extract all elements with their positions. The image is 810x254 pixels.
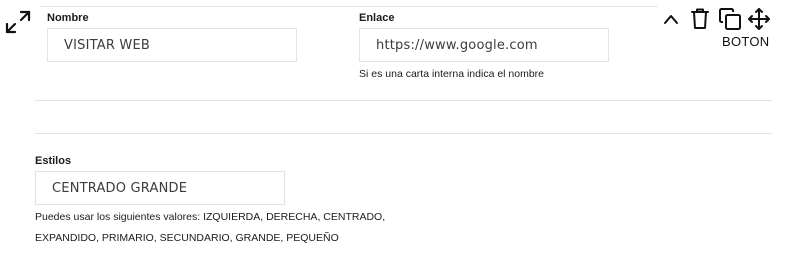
nombre-label: Nombre (47, 12, 89, 24)
enlace-label: Enlace (359, 12, 395, 24)
button-block-editor: Nombre Enlace Si es una carta interna in… (0, 0, 810, 254)
enlace-input[interactable] (359, 28, 609, 62)
nombre-input[interactable] (47, 28, 297, 62)
estilos-help-text-line-1: Puedes usar los siguientes valores: IZQU… (35, 211, 386, 223)
duplicate-icon[interactable] (718, 7, 742, 31)
top-divider (40, 6, 658, 7)
section-divider (35, 133, 772, 134)
chevron-up-icon[interactable] (663, 12, 679, 26)
expand-arrows-icon[interactable] (4, 9, 32, 35)
move-icon[interactable] (747, 7, 771, 31)
estilos-input[interactable] (35, 171, 285, 205)
estilos-label: Estilos (35, 155, 72, 167)
section-divider (35, 100, 772, 101)
enlace-help-text: Si es una carta interna indica el nombre (359, 68, 545, 80)
trash-icon[interactable] (691, 8, 709, 30)
estilos-help-text-line-2: EXPANDIDO, PRIMARIO, SECUNDARIO, GRANDE,… (35, 232, 339, 244)
block-type-label: BOTON (722, 34, 770, 49)
